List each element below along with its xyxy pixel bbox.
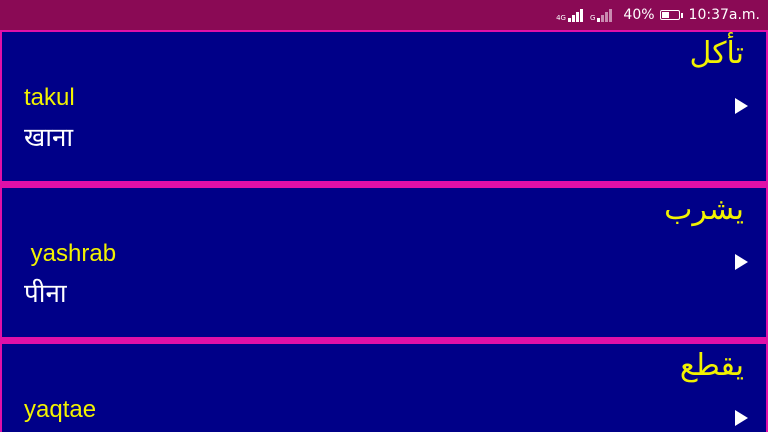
hindi-translation: खाना: [24, 123, 74, 153]
network-type-label: 4G: [556, 14, 566, 22]
status-bar: 4G G 40% 10:37a.m.: [0, 0, 768, 30]
play-icon[interactable]: [735, 410, 748, 426]
play-icon[interactable]: [735, 254, 748, 270]
transliteration: yashrab: [24, 240, 117, 267]
battery-percent: 40%: [623, 7, 655, 23]
transliteration: takul: [24, 84, 75, 111]
word-card[interactable]: يشرب yashrab पीना: [2, 188, 766, 337]
signal-bars-icon: [597, 8, 613, 22]
play-icon[interactable]: [735, 98, 748, 114]
arabic-word: يشرب: [664, 192, 744, 227]
network-type-label: G: [589, 14, 596, 22]
arabic-word: تأكل: [689, 36, 745, 71]
word-card[interactable]: يقطع yaqtae: [2, 344, 766, 432]
signal-4g: 4G: [556, 8, 584, 22]
battery-icon: [659, 10, 683, 20]
transliteration: yaqtae: [24, 396, 97, 423]
signal-bars-icon: [567, 8, 584, 22]
hindi-translation: पीना: [24, 279, 67, 309]
word-card[interactable]: تأكل takul खाना: [2, 32, 766, 181]
signal-g: G: [590, 8, 613, 22]
battery-fill: [661, 12, 669, 18]
clock: 10:37a.m.: [688, 7, 760, 23]
arabic-word: يقطع: [679, 348, 744, 383]
